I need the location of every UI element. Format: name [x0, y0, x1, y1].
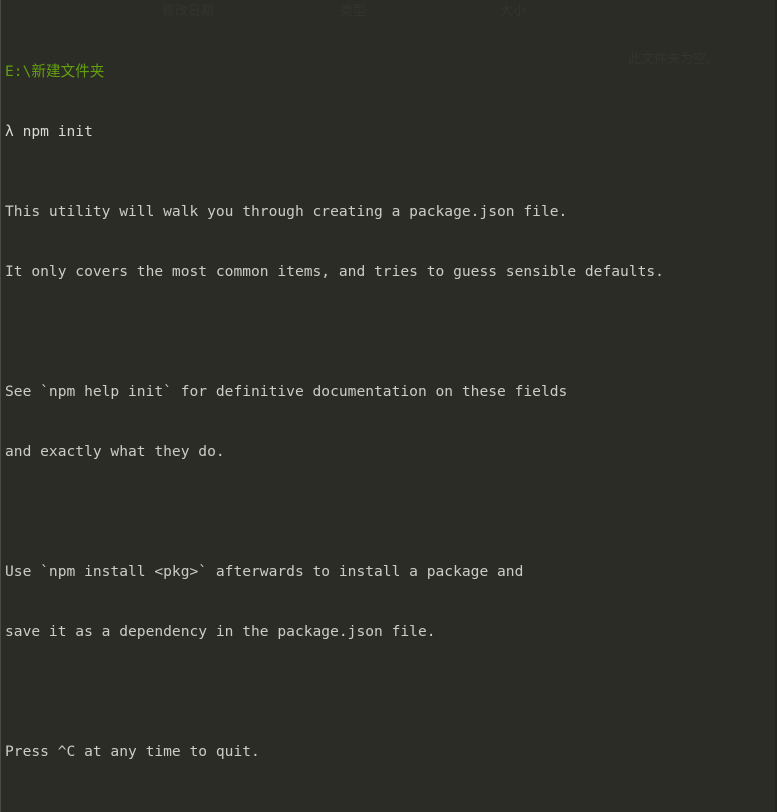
terminal-window[interactable]: 修改日期 类型 大小 此文件夹为空。 E:\新建文件夹 λ npm init T… [0, 0, 777, 812]
npm-intro-line: This utility will walk you through creat… [5, 203, 568, 220]
terminal-text-buffer[interactable]: E:\新建文件夹 λ npm init This utility will wa… [5, 2, 777, 812]
npm-intro-line: Press ^C at any time to quit. [5, 743, 260, 760]
npm-intro-line: and exactly what they do. [5, 443, 225, 460]
prompt-command-line: λ npm init [5, 123, 93, 140]
prompt-path-line: E:\新建文件夹 [5, 63, 105, 80]
npm-intro-line: save it as a dependency in the package.j… [5, 623, 436, 640]
window-left-edge [0, 0, 1, 812]
npm-intro-line: Use `npm install <pkg>` afterwards to in… [5, 563, 524, 580]
npm-intro-line: It only covers the most common items, an… [5, 263, 664, 280]
npm-intro-line: See `npm help init` for definitive docum… [5, 383, 568, 400]
